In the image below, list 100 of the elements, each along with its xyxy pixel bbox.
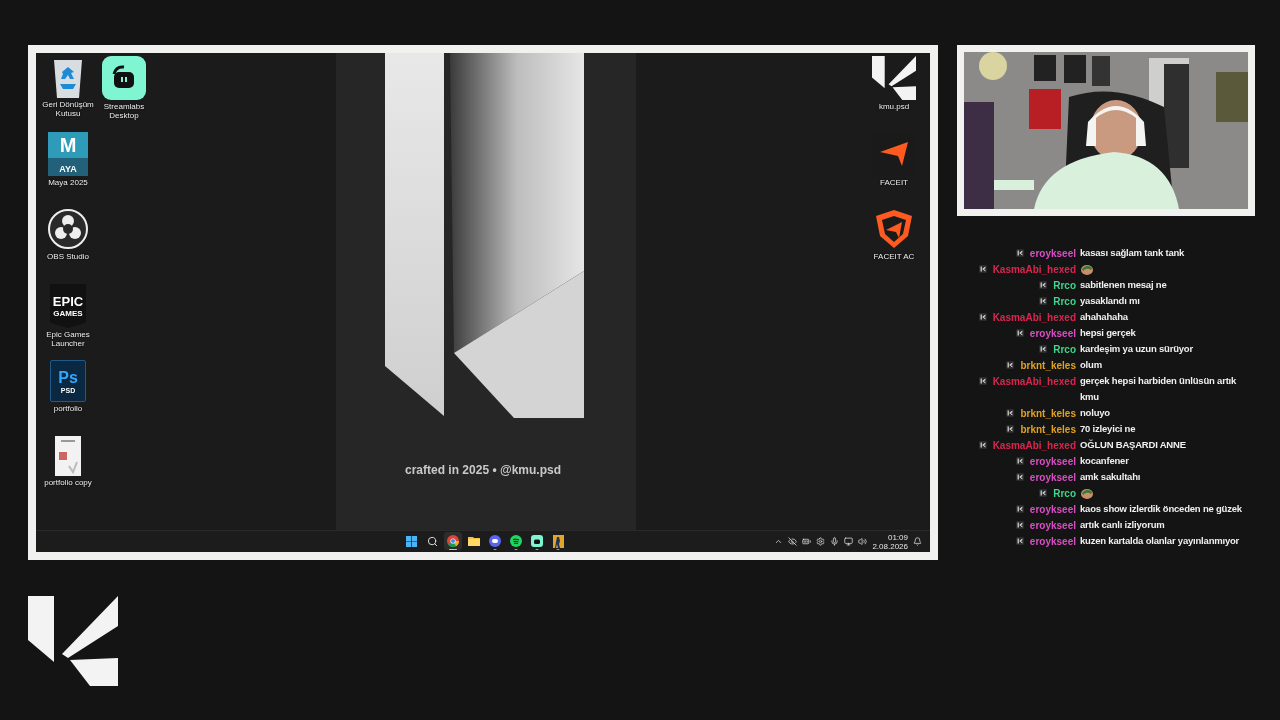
desktop-icon-label[interactable]: portfolio bbox=[40, 404, 96, 413]
desktop-icon-label[interactable]: FACEIT AC bbox=[866, 252, 922, 261]
badge-icon bbox=[1039, 297, 1048, 305]
streamlabs-icon bbox=[531, 535, 543, 547]
chat-username: KasmaAbi_hexed bbox=[992, 375, 1076, 387]
chat-username: eroykseel bbox=[1029, 519, 1076, 531]
chevron-up-icon[interactable] bbox=[774, 537, 784, 546]
taskbar-app-button[interactable] bbox=[486, 532, 504, 550]
badge-icon bbox=[1039, 489, 1048, 497]
icon-glyph-text: GAMES bbox=[53, 308, 83, 318]
chat-message: kasası sağlam tank tank bbox=[1080, 246, 1186, 260]
chat-username: eroykseel bbox=[1029, 247, 1076, 259]
running-indicator bbox=[556, 548, 560, 550]
desktop-icon-label[interactable]: kmu.psd bbox=[866, 102, 922, 111]
chat-username: brknt_keles bbox=[1020, 423, 1076, 435]
running-indicator bbox=[449, 548, 457, 550]
folder-icon bbox=[468, 536, 480, 546]
badge-icon bbox=[1015, 457, 1024, 465]
chat-message: yasaklandı mı bbox=[1080, 294, 1141, 308]
chat-message: kaos show izlerdik önceden ne güzek bbox=[1080, 502, 1243, 516]
clock-time[interactable]: 01:09 bbox=[887, 532, 908, 542]
taskbar-app-button[interactable] bbox=[528, 532, 546, 550]
wallpaper-caption: crafted in 2025 • @kmu.psd bbox=[404, 463, 562, 477]
game-icon bbox=[552, 534, 564, 548]
chat-username: eroykseel bbox=[1029, 535, 1076, 547]
emote-icon bbox=[1080, 486, 1094, 500]
battery-icon[interactable] bbox=[802, 537, 812, 546]
badge-icon bbox=[978, 313, 987, 321]
chat-username: brknt_keles bbox=[1020, 407, 1076, 419]
desktop-icon-label[interactable]: Geri Dönüşüm Kutusu bbox=[40, 100, 96, 118]
badge-icon bbox=[1015, 329, 1024, 337]
icon-glyph-text: AYA bbox=[59, 164, 77, 174]
desktop-icon-label[interactable]: FACEIT bbox=[866, 178, 922, 187]
badge-icon bbox=[1006, 425, 1015, 433]
chat-message: OĞLUN BAŞARDI ANNE bbox=[1080, 438, 1187, 452]
desktop-icon-label[interactable]: portfolio copy bbox=[40, 478, 96, 487]
k-logo-icon bbox=[28, 596, 118, 686]
emote-icon bbox=[1080, 262, 1094, 276]
desktop-icon-label[interactable]: Epic Games Launcher bbox=[40, 330, 96, 348]
chat-message: olum bbox=[1080, 358, 1103, 372]
badge-icon bbox=[978, 265, 987, 273]
badge-icon bbox=[1006, 361, 1015, 369]
badge-icon bbox=[1006, 409, 1015, 417]
chat-username: KasmaAbi_hexed bbox=[992, 439, 1076, 451]
volume-icon[interactable] bbox=[858, 537, 868, 546]
chat-username: KasmaAbi_hexed bbox=[992, 263, 1076, 275]
badge-icon bbox=[978, 377, 987, 385]
badge-icon bbox=[978, 441, 987, 449]
chat-username: Rrco bbox=[1053, 279, 1076, 291]
chat-message: sabitlenen mesaj ne bbox=[1080, 278, 1168, 292]
k-logo-icon bbox=[872, 56, 916, 100]
microphone-icon[interactable] bbox=[830, 537, 840, 546]
clock-date[interactable]: 2.08.2026 bbox=[872, 541, 908, 551]
running-indicator bbox=[514, 548, 518, 550]
chat-message: amk sakultahı bbox=[1080, 470, 1142, 484]
running-indicator bbox=[535, 548, 539, 550]
chat-username: Rrco bbox=[1053, 487, 1076, 499]
icon-glyph-text: Ps bbox=[58, 368, 78, 387]
badge-icon bbox=[1015, 521, 1024, 529]
notification-bell-icon[interactable] bbox=[913, 537, 922, 546]
chat-message: ahahahaha bbox=[1080, 310, 1129, 324]
chat-message: kuzen kartalda olanlar yayınlanmıyor bbox=[1080, 534, 1241, 548]
icon-glyph-text: M bbox=[59, 133, 77, 158]
chat-username: eroykseel bbox=[1029, 327, 1076, 339]
desktop-icon-label[interactable]: Maya 2025 bbox=[40, 178, 96, 187]
badge-icon bbox=[1015, 249, 1024, 257]
chat-message: hepsi gerçek bbox=[1080, 326, 1137, 340]
document-icon bbox=[55, 436, 81, 476]
chat-message: artık canlı izliyorum bbox=[1080, 518, 1166, 532]
taskbar-app-button[interactable] bbox=[507, 532, 525, 550]
chat-message: kardeşim ya uzun sürüyor bbox=[1080, 342, 1194, 356]
chat-username: eroykseel bbox=[1029, 455, 1076, 467]
badge-icon bbox=[1039, 345, 1048, 353]
chat-username: Rrco bbox=[1053, 295, 1076, 307]
settings-icon[interactable] bbox=[816, 537, 826, 546]
eye-off-icon[interactable] bbox=[788, 537, 798, 546]
badge-icon bbox=[1015, 537, 1024, 545]
chat-message: noluyo bbox=[1080, 406, 1111, 420]
chat-message: 70 izleyici ne bbox=[1080, 422, 1137, 436]
search-icon bbox=[426, 535, 438, 547]
icon-glyph-text: EPIC bbox=[52, 294, 84, 309]
taskbar-app-button[interactable] bbox=[444, 532, 462, 550]
chat-username: Rrco bbox=[1053, 343, 1076, 355]
desktop-icon-label[interactable]: OBS Studio bbox=[40, 252, 96, 261]
badge-icon bbox=[1015, 473, 1024, 481]
faceit-shield-icon bbox=[874, 208, 914, 250]
discord-icon bbox=[489, 535, 501, 547]
obs-icon bbox=[47, 208, 89, 250]
spotify-icon bbox=[510, 535, 522, 547]
chrome-icon bbox=[447, 535, 459, 547]
chat-message: kocanfener bbox=[1080, 454, 1130, 468]
badge-icon bbox=[1015, 505, 1024, 513]
chat-username: eroykseel bbox=[1029, 471, 1076, 483]
windows-start-icon bbox=[405, 535, 417, 547]
chat-username: brknt_keles bbox=[1020, 359, 1076, 371]
streamlabs-icon bbox=[102, 56, 146, 100]
badge-icon bbox=[1039, 281, 1048, 289]
desktop-icon-label[interactable]: Streamlabs Desktop bbox=[96, 102, 152, 120]
chat-username: KasmaAbi_hexed bbox=[992, 311, 1076, 323]
monitor-icon[interactable] bbox=[844, 537, 854, 546]
